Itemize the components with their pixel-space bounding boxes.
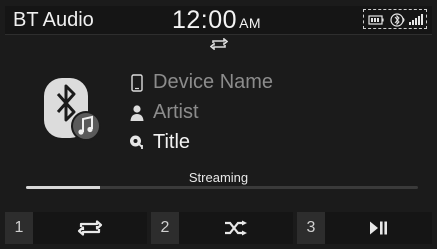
- app-title: BT Audio: [13, 9, 94, 31]
- progress-bar: [26, 186, 418, 189]
- status-icons: [363, 9, 427, 29]
- battery-icon: [368, 15, 384, 25]
- play-pause-button[interactable]: [325, 212, 432, 244]
- clock-ampm: AM: [239, 15, 262, 31]
- streaming-status: Streaming: [188, 170, 249, 185]
- clock-time: 12:00: [172, 6, 238, 34]
- bluetooth-music-icon: [44, 78, 101, 141]
- repeat-indicator-icon: [210, 38, 228, 50]
- song-title: Title: [153, 131, 191, 153]
- shuffle-button[interactable]: [179, 212, 293, 244]
- signal-icon: [409, 14, 423, 25]
- repeat-icon: [77, 220, 103, 236]
- artist-name: Artist: [153, 101, 199, 123]
- clock: 12:00 AM: [172, 6, 261, 35]
- device-name: Device Name: [153, 71, 274, 93]
- bluetooth-icon: [390, 13, 405, 27]
- person-icon: [130, 105, 144, 121]
- song-title-icon: [130, 135, 143, 149]
- shuffle-icon: [225, 220, 247, 236]
- phone-icon: [131, 74, 143, 92]
- softkey-2-number[interactable]: 2: [151, 212, 179, 244]
- screen: BT Audio 12:00 AM Device Name Artist Tit…: [0, 0, 437, 249]
- play-pause-icon: [369, 221, 387, 235]
- softkey-bar: 1 2 3: [5, 212, 432, 244]
- softkey-1-number[interactable]: 1: [5, 212, 33, 244]
- softkey-3-number[interactable]: 3: [297, 212, 325, 244]
- progress-fill: [26, 186, 101, 189]
- status-bar: BT Audio 12:00 AM: [5, 6, 432, 35]
- repeat-button[interactable]: [33, 212, 147, 244]
